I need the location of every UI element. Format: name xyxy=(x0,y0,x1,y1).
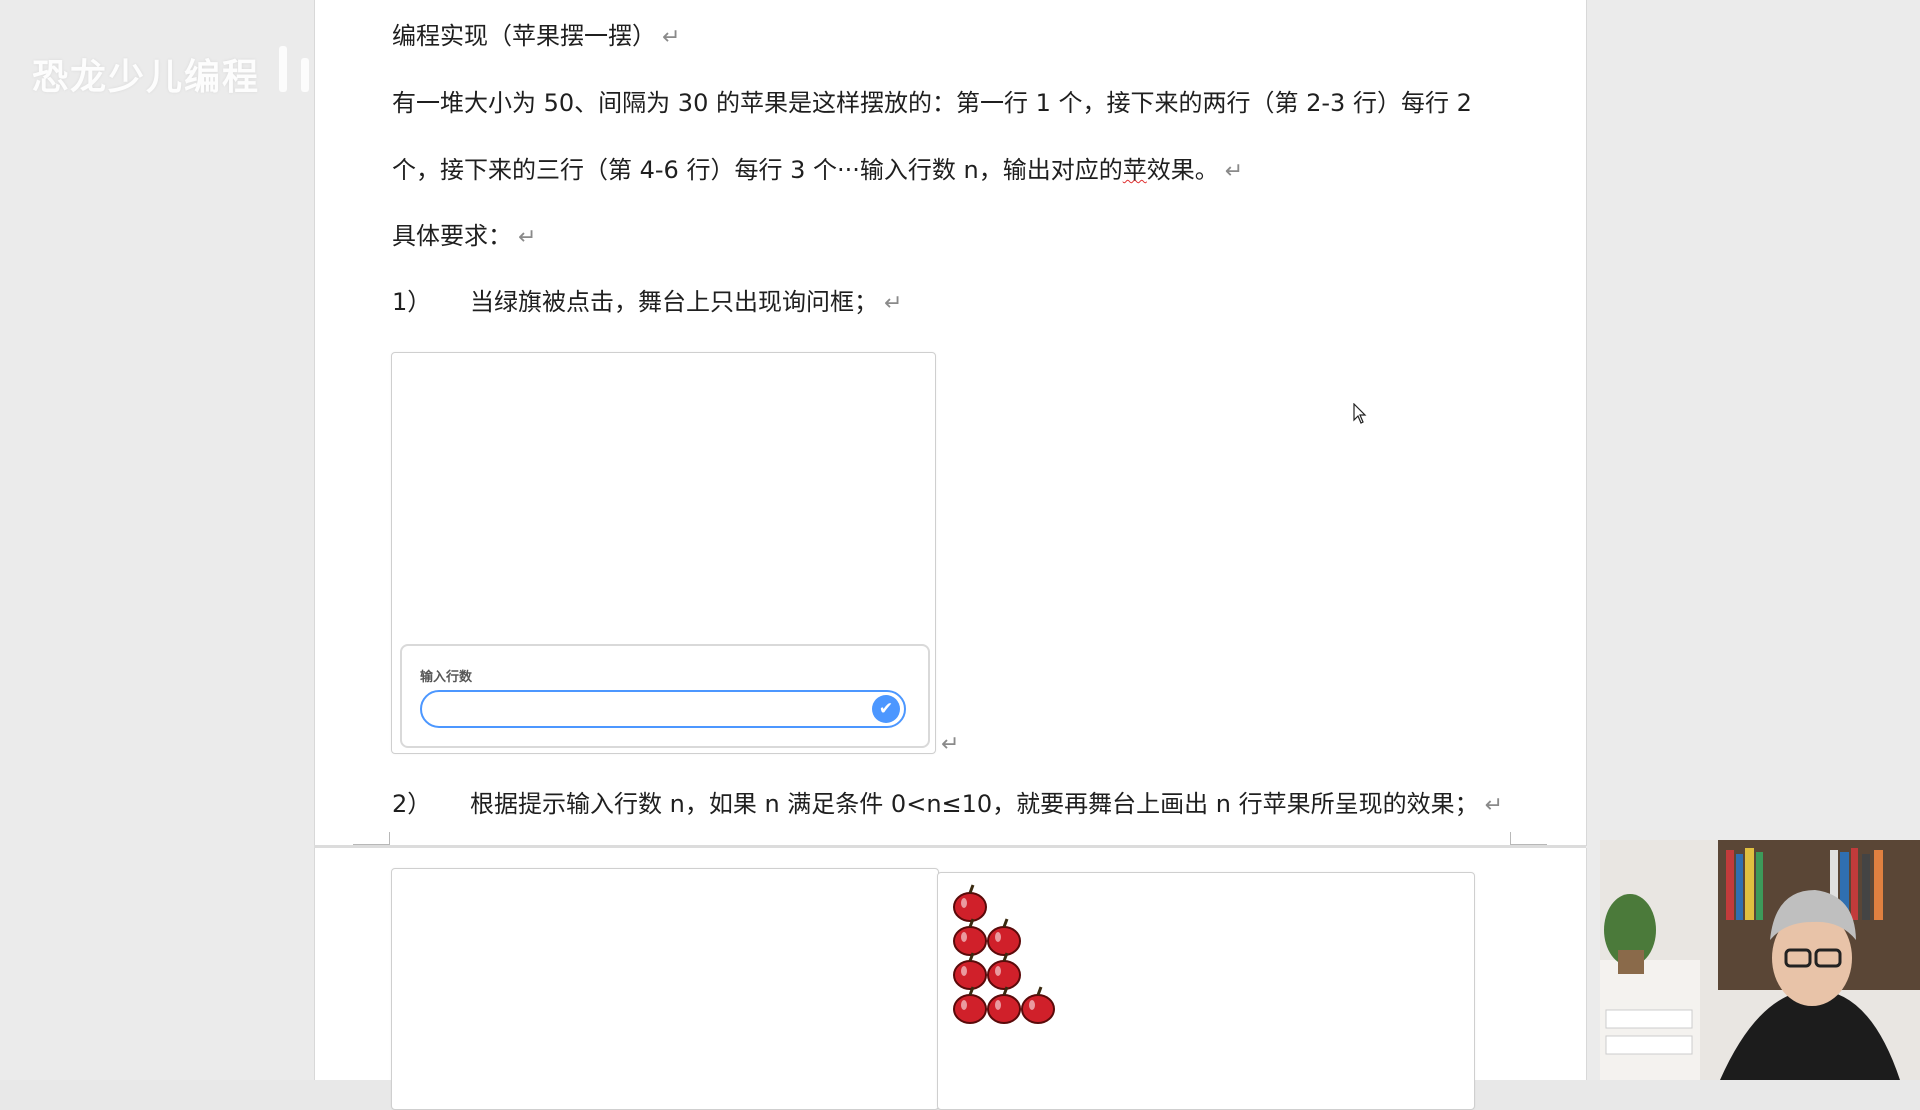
stage-screenshot-3 xyxy=(937,872,1475,1110)
paragraph-mark: ↵ xyxy=(941,732,960,757)
apple-icon xyxy=(987,918,1021,956)
apple-icon xyxy=(953,884,987,922)
requirement-item-2: 2） 根据提示输入行数 n，如果 n 满足条件 0<n≤10，就要再舞台上画出 n… xyxy=(392,788,1503,822)
mouse-cursor-icon xyxy=(1353,403,1367,424)
stage-screenshot-1: 输入行数 ✔ xyxy=(391,352,936,754)
left-margin xyxy=(0,0,314,1080)
page-corner-mark xyxy=(353,832,390,845)
para1-text-after: 效果。 xyxy=(1146,156,1219,184)
check-icon[interactable]: ✔ xyxy=(872,695,900,723)
paragraph-mark: ↵ xyxy=(1484,793,1504,818)
apple-icon xyxy=(953,918,987,956)
ask-label: 输入行数 xyxy=(420,670,473,685)
ask-dialog: 输入行数 ✔ xyxy=(400,644,930,748)
webcam-overlay xyxy=(1600,840,1920,1080)
paragraph-mark: ↵ xyxy=(518,225,537,250)
item-text: 当绿旗被点击，舞台上只出现询问框； xyxy=(470,288,878,316)
page-corner-mark xyxy=(1510,832,1547,845)
apple-icon xyxy=(987,986,1021,1024)
apple-icon xyxy=(953,986,987,1024)
item-number: 1） xyxy=(392,288,432,316)
paragraph-mark: ↵ xyxy=(884,291,903,316)
document-page-2 xyxy=(314,848,1587,1110)
webcam-feed xyxy=(1600,840,1920,1080)
spelling-error[interactable]: 苹 xyxy=(1123,156,1147,184)
doc-title: 编程实现（苹果摆一摆） ↵ xyxy=(392,20,680,54)
doc-title-text: 编程实现（苹果摆一摆） xyxy=(392,22,656,50)
paragraph-1-line-2: 个，接下来的三行（第 4-6 行）每行 3 个···输入行数 n，输出对应的苹效… xyxy=(392,154,1243,188)
apple-icon xyxy=(1021,986,1055,1024)
ask-input[interactable]: ✔ xyxy=(420,690,906,728)
apple-icon xyxy=(987,952,1021,990)
apple-pyramid xyxy=(953,884,1055,1024)
requirement-item-1: 1） 当绿旗被点击，舞台上只出现询问框； ↵ xyxy=(392,286,902,320)
document-page: 编程实现（苹果摆一摆） ↵ 有一堆大小为 50、间隔为 30 的苹果是这样摆放的：… xyxy=(314,0,1587,846)
item-text: 根据提示输入行数 n，如果 n 满足条件 0<n≤10，就要再舞台上画出 n 行… xyxy=(470,790,1479,818)
para1-text-before: 个，接下来的三行（第 4-6 行）每行 3 个···输入行数 n，输出对应的 xyxy=(392,156,1123,184)
apple-icon xyxy=(953,952,987,990)
channel-watermark: 恐龙少儿编程 xyxy=(32,57,261,98)
paragraph-mark: ↵ xyxy=(1224,159,1244,184)
requirements-heading: 具体要求： ↵ xyxy=(392,220,536,254)
paragraph-mark: ↵ xyxy=(662,25,681,50)
paragraph-1-line-1: 有一堆大小为 50、间隔为 30 的苹果是这样摆放的：第一行 1 个，接下来的两… xyxy=(392,89,1472,117)
stage-screenshot-2 xyxy=(391,868,939,1110)
requirements-heading-text: 具体要求： xyxy=(392,222,512,250)
item-number: 2） xyxy=(392,790,432,818)
